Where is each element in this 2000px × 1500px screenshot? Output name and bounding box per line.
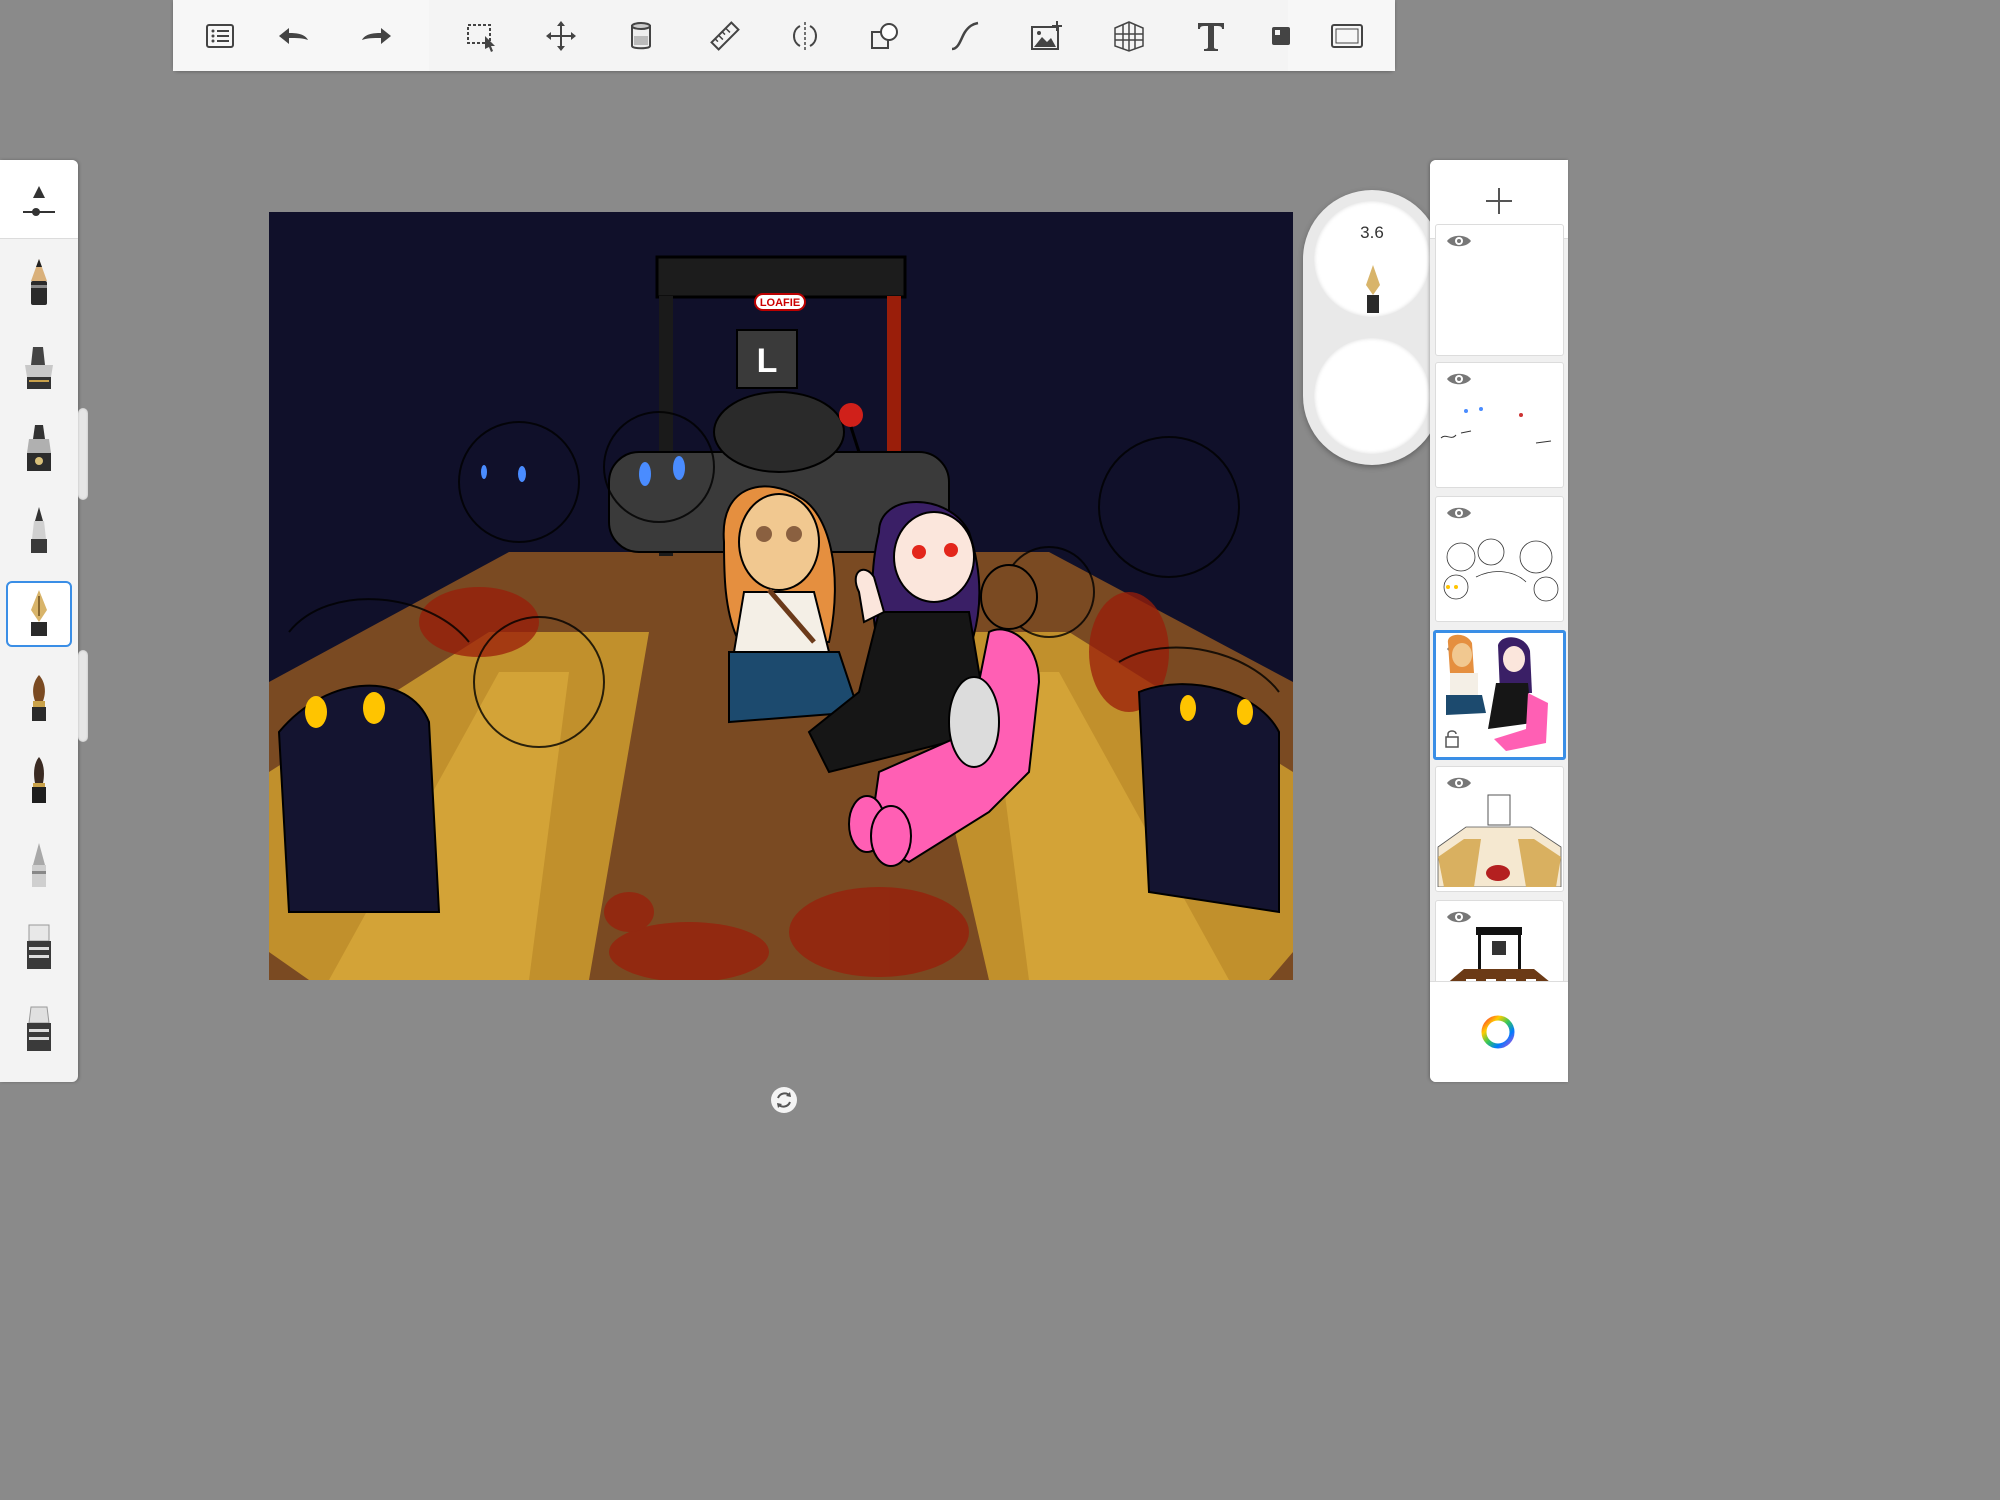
ink-pen-icon (31, 590, 47, 636)
visibility-eye-icon[interactable] (1446, 233, 1472, 249)
brush-eraser[interactable] (8, 916, 70, 978)
shape-icon[interactable] (863, 14, 907, 58)
list-icon[interactable] (198, 14, 242, 58)
pencil-icon (31, 259, 47, 305)
brush-opacity-control[interactable] (1314, 338, 1430, 454)
symmetry-icon[interactable] (783, 14, 827, 58)
brush-marker[interactable] (8, 336, 70, 398)
layers-panel (1430, 160, 1568, 1082)
brush-size-control[interactable]: 3.6 (1314, 201, 1430, 317)
sign-text: LOAFIE (760, 297, 800, 309)
layer-2[interactable] (1435, 362, 1564, 488)
layer-5-thumbnail (1437, 794, 1562, 887)
brush-palette-resize-handle-2[interactable] (78, 650, 88, 742)
brush-paint-pen[interactable] (8, 418, 70, 480)
undo-icon[interactable] (271, 14, 315, 58)
box-letter: L (757, 342, 778, 380)
visibility-eye-icon[interactable] (1446, 505, 1472, 521)
ink-pen-preview-icon (1366, 265, 1380, 313)
drawing-canvas[interactable]: L LOAFIE (269, 212, 1293, 980)
redo-icon[interactable] (355, 14, 399, 58)
paintbrush-icon (32, 675, 46, 721)
layer-4-active[interactable] (1433, 630, 1566, 760)
brush-fine-liner[interactable] (8, 500, 70, 562)
ruler-icon[interactable] (703, 14, 747, 58)
color-wheel-icon[interactable] (1480, 1014, 1516, 1050)
text-icon[interactable] (1189, 14, 1233, 58)
layer-2-thumbnail (1440, 407, 1552, 444)
layer-5[interactable] (1435, 766, 1564, 892)
image-add-icon[interactable] (1025, 14, 1069, 58)
selection-icon[interactable] (459, 14, 503, 58)
top-toolbar (173, 0, 1395, 71)
fullscreen-icon[interactable] (1325, 14, 1369, 58)
fill-icon[interactable] (619, 14, 663, 58)
eraser-icon (27, 924, 51, 969)
paint-pen-icon (27, 425, 51, 471)
brush-chisel[interactable] (8, 750, 70, 812)
layer-stack-icon[interactable] (1259, 14, 1303, 58)
brush-ink-pen[interactable] (6, 581, 72, 647)
brush-airbrush[interactable] (8, 834, 70, 896)
brush-paintbrush[interactable] (8, 668, 70, 730)
brush-palette (0, 160, 78, 1082)
visibility-eye-icon[interactable] (1446, 371, 1472, 387)
layer-1[interactable] (1435, 224, 1564, 356)
brush-pencil[interactable] (8, 252, 70, 314)
curve-icon[interactable] (943, 14, 987, 58)
lock-icon[interactable] (1444, 729, 1460, 749)
airbrush-icon (32, 843, 46, 887)
brush-size-opacity-puck: 3.6 (1303, 190, 1441, 465)
artwork: L LOAFIE (269, 212, 1293, 980)
fine-liner-icon (31, 507, 47, 553)
chisel-brush-icon (32, 757, 46, 803)
brush-palette-header (0, 160, 78, 239)
marker-icon (25, 347, 53, 389)
add-layer-icon[interactable] (1484, 186, 1514, 216)
brush-smudge[interactable] (8, 998, 70, 1060)
canvas-reset-icon[interactable] (770, 1086, 798, 1114)
layer-3[interactable] (1435, 496, 1564, 622)
transform-icon[interactable] (539, 14, 583, 58)
brush-settings-icon[interactable] (19, 182, 59, 222)
brush-size-value: 3.6 (1360, 223, 1384, 242)
smudge-icon (27, 1006, 51, 1051)
brush-palette-resize-handle[interactable] (78, 408, 88, 500)
perspective-icon[interactable] (1107, 14, 1151, 58)
layers-panel-footer (1430, 981, 1568, 1082)
layer-3-thumbnail (1443, 538, 1559, 602)
